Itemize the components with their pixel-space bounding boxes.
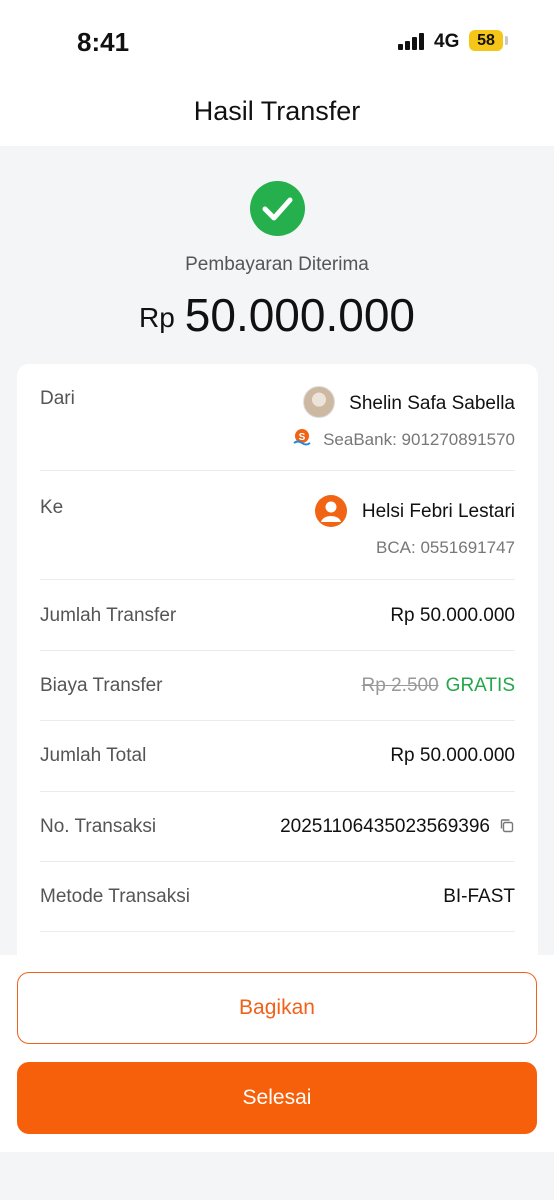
recipient-account: BCA: 0551691747 [376,538,515,557]
detail-row-to: Ke Helsi Febri Lestari BCA: 0551691747 [40,471,515,580]
done-button[interactable]: Selesai [17,1062,537,1134]
sender-avatar [303,386,335,418]
to-label: Ke [40,497,64,518]
page-header: Hasil Transfer [0,80,554,146]
fee-original: Rp 2.500 [361,675,439,696]
detail-row-fee: Biaya Transfer Rp 2.500 GRATIS [40,651,515,721]
sender-name: Shelin Safa Sabella [349,393,515,414]
transfer-amount-value: Rp 50.000.000 [390,605,515,626]
signal-icon [398,33,426,50]
copy-icon[interactable] [499,818,515,834]
sender-account: SeaBank: 901270891570 [323,430,515,449]
status-time: 8:41 [77,27,130,57]
transfer-details-card: Dari Shelin Safa Sabella S SeaBank: 9012… [17,364,538,984]
battery-icon: 58 [469,30,503,51]
total-value: Rp 50.000.000 [390,745,515,766]
check-icon [250,181,305,236]
recipient-name: Helsi Febri Lestari [361,501,515,522]
transaction-no-label: No. Transaksi [40,816,157,837]
bottom-action-bar: Bagikan Selesai [0,955,554,1152]
detail-row-transaction-no: No. Transaksi 20251106435023569396 [40,792,515,862]
fee-free-badge: GRATIS [445,675,515,696]
page-title: Hasil Transfer [193,96,361,126]
fee-label: Biaya Transfer [40,675,163,696]
network-type: 4G [434,31,460,52]
detail-row-method: Metode Transaksi BI-FAST [40,862,515,932]
status-bar: 8:41 4G 58 [0,0,554,80]
detail-row-transfer-amount: Jumlah Transfer Rp 50.000.000 [40,580,515,651]
from-label: Dari [40,388,75,409]
seabank-icon: S [293,428,311,446]
method-value: BI-FAST [443,886,515,907]
method-label: Metode Transaksi [40,886,190,907]
detail-row-from: Dari Shelin Safa Sabella S SeaBank: 9012… [40,364,515,471]
payment-status: Pembayaran Diterima [185,254,369,275]
fee-value: Rp 2.500 GRATIS [362,675,515,697]
total-label: Jumlah Total [40,745,147,766]
transaction-no-value: 20251106435023569396 [280,816,490,837]
share-button[interactable]: Bagikan [17,972,537,1044]
amount-display: Rp 50.000.000 [0,288,554,342]
amount-currency: Rp [138,302,175,333]
detail-row-total: Jumlah Total Rp 50.000.000 [40,721,515,792]
battery-cap [505,36,508,45]
transfer-amount-label: Jumlah Transfer [40,605,177,626]
amount-value: 50.000.000 [184,289,416,341]
user-icon [315,495,347,527]
